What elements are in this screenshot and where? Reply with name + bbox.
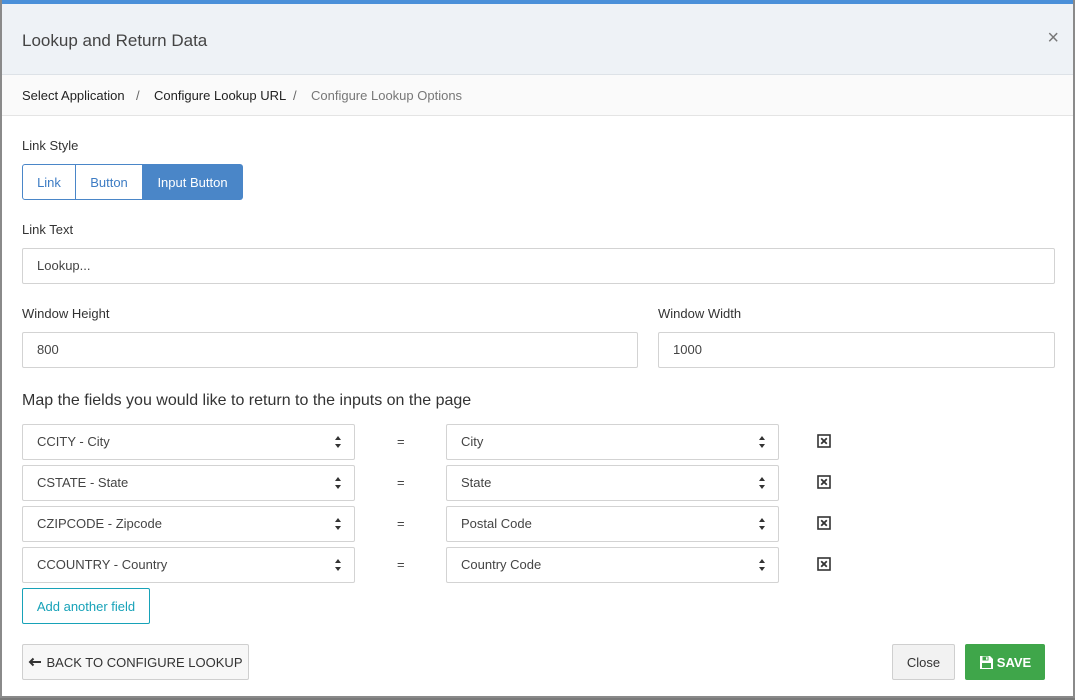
source-field-value: CZIPCODE - Zipcode xyxy=(37,516,162,531)
breadcrumb: Select Application / Configure Lookup UR… xyxy=(2,75,1073,116)
target-field-select[interactable]: State xyxy=(446,465,779,501)
breadcrumb-separator: / xyxy=(136,88,140,103)
breadcrumb-configure-lookup-options: Configure Lookup Options xyxy=(311,88,463,103)
equals-sign: = xyxy=(397,516,405,531)
link-style-button[interactable]: Button xyxy=(76,164,143,200)
source-field-value: CCOUNTRY - Country xyxy=(37,557,168,572)
window-width-label: Window Width xyxy=(658,306,742,321)
save-button[interactable]: SAVE xyxy=(965,644,1045,680)
target-field-value: State xyxy=(461,475,492,490)
equals-sign: = xyxy=(397,557,405,572)
floppy-disk-icon xyxy=(979,655,993,669)
target-field-value: Postal Code xyxy=(461,516,532,531)
modal-title: Lookup and Return Data xyxy=(22,31,208,50)
modal-header: Lookup and Return Data × xyxy=(2,4,1073,75)
mapping-heading: Map the fields you would like to return … xyxy=(22,392,472,409)
source-field-select[interactable]: CCITY - City xyxy=(22,424,355,460)
back-button-label: BACK TO CONFIGURE LOOKUP xyxy=(46,654,243,670)
link-style-link[interactable]: Link xyxy=(22,164,76,200)
source-field-value: CSTATE - State xyxy=(37,475,129,490)
target-field-select[interactable]: Country Code xyxy=(446,547,779,583)
sort-caret-icon xyxy=(335,477,341,489)
source-field-value: CCITY - City xyxy=(37,434,110,449)
add-another-field-button[interactable]: Add another field xyxy=(22,588,150,624)
link-text-input[interactable]: Lookup... xyxy=(22,248,1055,284)
close-button[interactable]: Close xyxy=(892,644,955,680)
breadcrumb-select-application[interactable]: Select Application xyxy=(22,88,125,103)
equals-sign: = xyxy=(397,434,405,449)
window-height-label: Window Height xyxy=(22,306,110,321)
sort-caret-icon xyxy=(759,559,765,571)
target-field-value: Country Code xyxy=(461,557,542,572)
sort-caret-icon xyxy=(759,477,765,489)
back-to-configure-lookup-button[interactable]: BACK TO CONFIGURE LOOKUP xyxy=(22,644,249,680)
target-field-value: City xyxy=(461,434,484,449)
link-text-label: Link Text xyxy=(22,222,74,237)
sort-caret-icon xyxy=(335,559,341,571)
close-icon[interactable]: × xyxy=(1047,28,1059,48)
save-button-label: SAVE xyxy=(996,654,1032,670)
sort-caret-icon xyxy=(335,436,341,448)
link-style-input-button[interactable]: Input Button xyxy=(143,164,243,200)
lookup-modal: Lookup and Return Data × Select Applicat… xyxy=(0,0,1075,698)
equals-sign: = xyxy=(397,475,405,490)
link-style-label: Link Style xyxy=(22,138,79,153)
sort-caret-icon xyxy=(759,518,765,530)
window-height-input[interactable]: 800 xyxy=(22,332,638,368)
link-style-group: Link Button Input Button xyxy=(22,164,243,200)
breadcrumb-configure-lookup-url[interactable]: Configure Lookup URL xyxy=(154,88,286,103)
window-width-input[interactable]: 1000 xyxy=(658,332,1055,368)
close-box-icon[interactable] xyxy=(817,516,831,530)
source-field-select[interactable]: CCOUNTRY - Country xyxy=(22,547,355,583)
source-field-select[interactable]: CZIPCODE - Zipcode xyxy=(22,506,355,542)
source-field-select[interactable]: CSTATE - State xyxy=(22,465,355,501)
sort-caret-icon xyxy=(759,436,765,448)
target-field-select[interactable]: City xyxy=(446,424,779,460)
close-box-icon[interactable] xyxy=(817,557,831,571)
arrow-left-icon xyxy=(29,657,42,667)
close-box-icon[interactable] xyxy=(817,434,831,448)
target-field-select[interactable]: Postal Code xyxy=(446,506,779,542)
sort-caret-icon xyxy=(335,518,341,530)
close-box-icon[interactable] xyxy=(817,475,831,489)
breadcrumb-separator: / xyxy=(293,88,297,103)
